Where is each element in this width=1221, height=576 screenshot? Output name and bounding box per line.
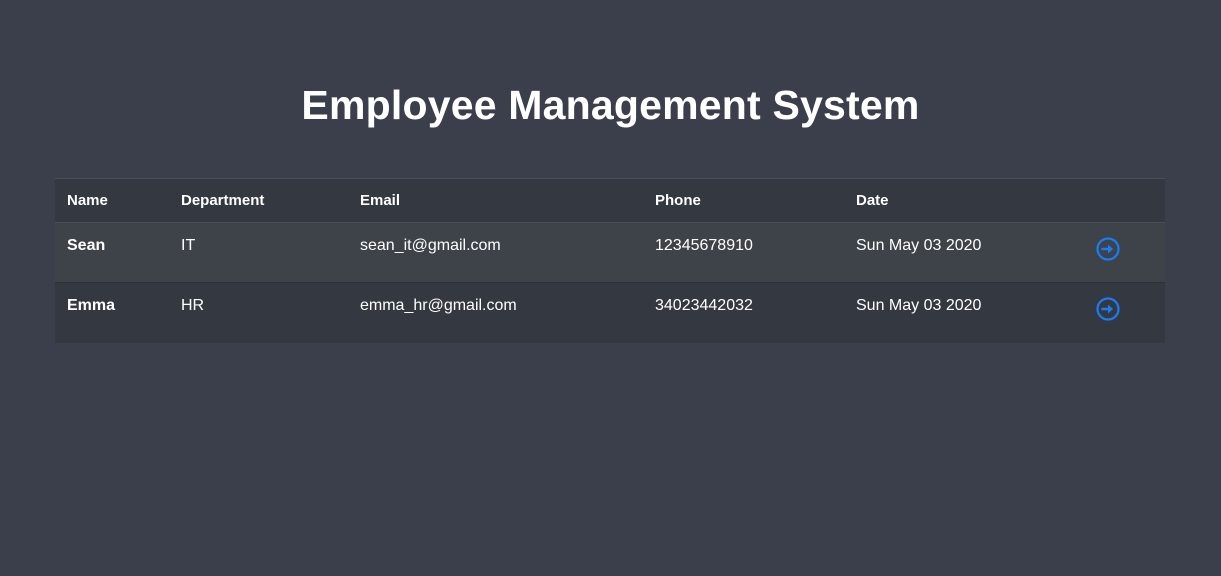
- cell-phone: 34023442032: [655, 297, 753, 314]
- employee-table: Name Department Email Phone Date Sean IT…: [55, 178, 1165, 343]
- table-row: Sean IT sean_it@gmail.com 12345678910 Su…: [55, 222, 1165, 283]
- cell-action: [1085, 222, 1165, 283]
- column-header-name: Name: [55, 178, 169, 223]
- column-header-phone: Phone: [643, 178, 844, 223]
- cell-date: Sun May 03 2020: [856, 297, 982, 314]
- cell-department: HR: [181, 297, 205, 314]
- arrow-right-circle-icon[interactable]: [1095, 296, 1121, 322]
- cell-department: IT: [169, 222, 348, 283]
- table-header-row: Name Department Email Phone Date: [55, 178, 1165, 223]
- arrow-right-circle-icon[interactable]: [1095, 236, 1121, 262]
- column-header-date: Date: [844, 178, 1085, 223]
- cell-name: Emma: [67, 297, 116, 314]
- employee-table-container: Name Department Email Phone Date Sean IT…: [55, 178, 1165, 343]
- column-header-action: [1085, 178, 1165, 223]
- cell-email: emma_hr@gmail.com: [360, 297, 517, 314]
- cell-email: sean_it@gmail.com: [348, 222, 643, 283]
- column-header-email: Email: [348, 178, 643, 223]
- column-header-department: Department: [169, 178, 348, 223]
- cell-date: Sun May 03 2020: [844, 222, 1085, 283]
- table-row: Emma HR emma_hr@gmail.com 34023442032 Su…: [55, 282, 1165, 343]
- cell-phone: 12345678910: [643, 222, 844, 283]
- cell-action: [1085, 283, 1165, 343]
- page-title: Employee Management System: [301, 82, 920, 128]
- cell-name: Sean: [55, 222, 169, 283]
